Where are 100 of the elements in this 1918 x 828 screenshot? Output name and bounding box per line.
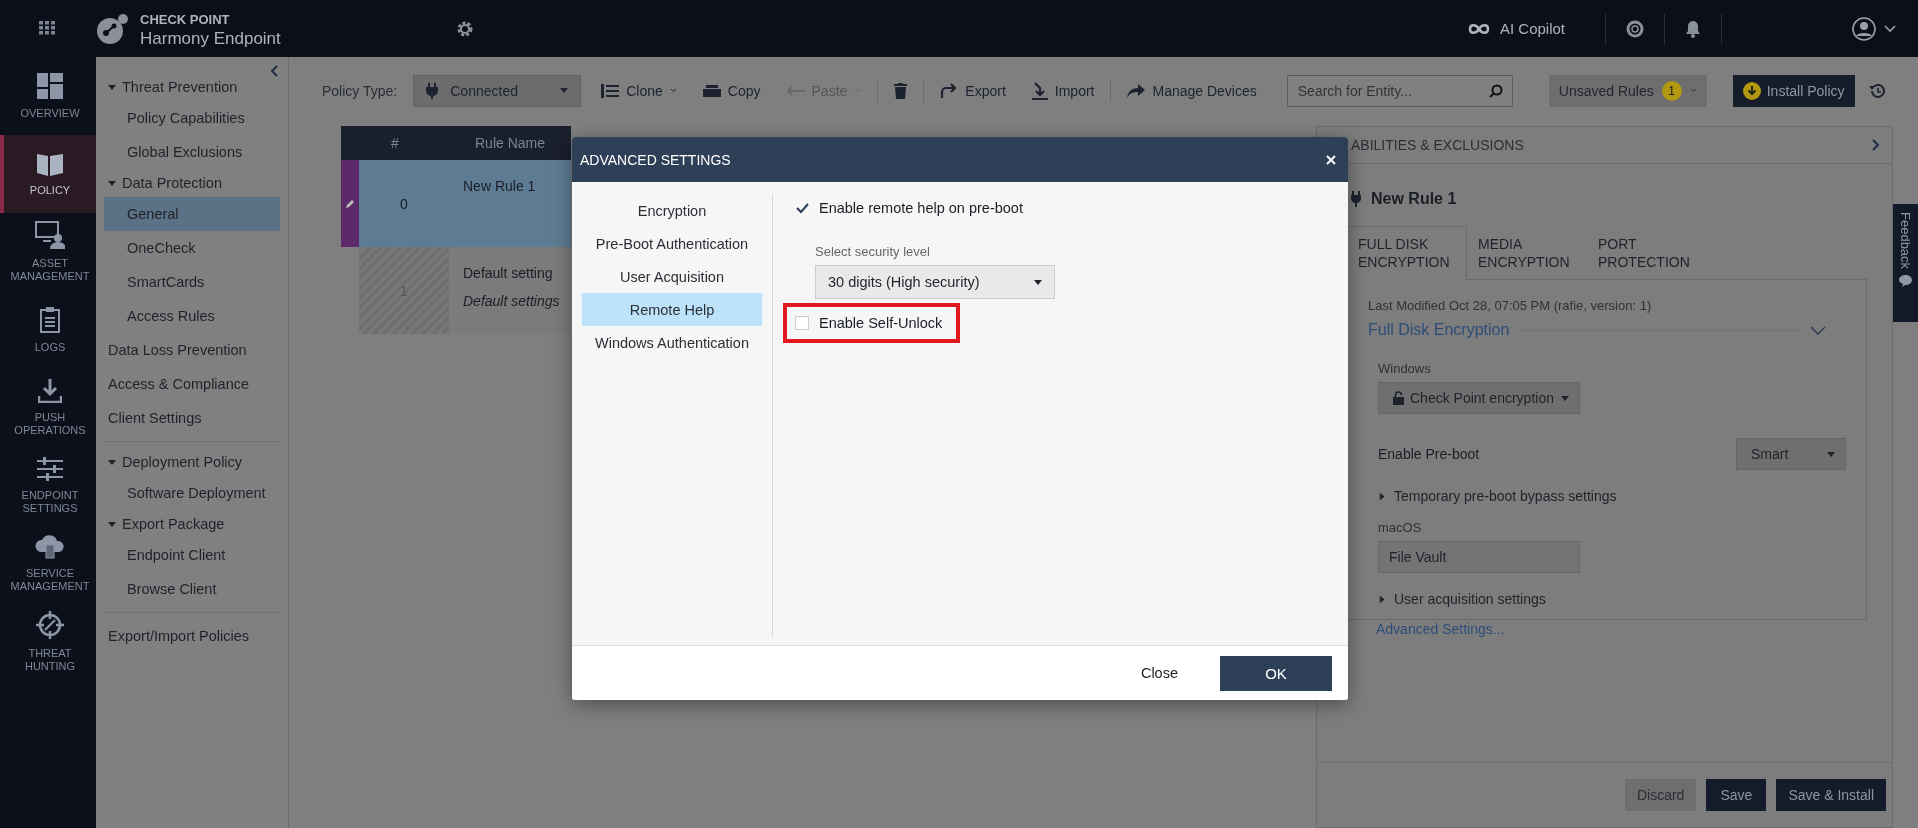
expander[interactable]: Temporary pre-boot bypass settings (1378, 488, 1617, 504)
nav-item[interactable]: Software Deployment (104, 476, 280, 510)
user-avatar-icon[interactable] (1852, 16, 1876, 41)
install-policy-button[interactable]: Install Policy (1732, 74, 1855, 107)
chevron-down-icon[interactable] (1884, 24, 1896, 33)
tab[interactable]: MEDIA ENCRYPTION (1467, 226, 1587, 280)
rail-item[interactable]: ASSET MANAGEMENT (0, 213, 96, 291)
settings-nav-item[interactable]: Pre-Boot Authentication (582, 227, 762, 260)
plug-icon (426, 82, 439, 99)
count-badge: 1 (1661, 80, 1682, 101)
checkbox[interactable] (795, 316, 809, 330)
nav-item[interactable]: Endpoint Client (104, 538, 280, 572)
encryption-dropdown[interactable]: Check Point encryption (1378, 382, 1580, 414)
chevron-down-icon (1689, 88, 1697, 93)
nav-item[interactable]: Client Settings (104, 401, 280, 435)
panel-button[interactable]: Discard (1624, 779, 1697, 811)
close-button[interactable]: Close (1110, 657, 1208, 689)
rail-item[interactable]: SERVICE MANAGEMENT (0, 525, 96, 603)
nav-item[interactable]: SmartCards (104, 265, 280, 299)
ok-button[interactable]: OK (1220, 655, 1332, 691)
nav-item[interactable]: Export/Import Policies (104, 619, 280, 653)
unsaved-rules-button[interactable]: Unsaved Rules 1 (1548, 74, 1707, 107)
rule-title: New Rule 1 (1371, 190, 1457, 208)
nav-item[interactable]: Data Loss Prevention (104, 333, 280, 367)
settings-nav-item[interactable]: Encryption (582, 194, 762, 227)
toolbar-button[interactable]: Copy (692, 74, 771, 107)
expander[interactable]: User acquisition settings (1378, 591, 1546, 607)
rule-comment: Default settings (463, 292, 561, 311)
column-header: Rule Name (449, 126, 571, 160)
rail-item[interactable]: PUSH OPERATIONS (0, 369, 96, 447)
nav-group[interactable]: Export Package (104, 510, 280, 538)
monitor-user-icon (35, 221, 65, 249)
lifebuoy-icon[interactable] (1626, 19, 1644, 38)
close-button[interactable] (1324, 152, 1338, 167)
search-field[interactable]: Search for Entity... (1286, 74, 1513, 107)
settings-icon[interactable] (455, 19, 474, 38)
chevron-down-icon (669, 88, 677, 93)
checkbox[interactable] (795, 201, 809, 215)
tab[interactable]: FULL DISK ENCRYPTION (1347, 226, 1467, 280)
history-icon[interactable] (1868, 82, 1885, 99)
rail-item[interactable]: THREAT HUNTING (0, 603, 96, 681)
section-title: Full Disk Encryption (1368, 321, 1510, 339)
caret-icon (1379, 492, 1385, 500)
nav-group[interactable]: Deployment Policy (104, 448, 280, 476)
crosshair-icon (36, 611, 64, 639)
nav-group[interactable]: Threat Prevention (104, 73, 280, 101)
security-level-dropdown[interactable]: 30 digits (High security) (815, 265, 1055, 299)
check-icon (795, 202, 809, 214)
ai-copilot-button[interactable]: AI Copilot (1467, 0, 1605, 57)
nav-item[interactable]: General (104, 197, 280, 231)
lock-icon (1393, 391, 1404, 405)
nav-item[interactable]: Browse Client (104, 572, 280, 606)
rule-name: New Rule 1 (463, 178, 536, 194)
book-icon (37, 151, 63, 176)
rule-name: Default setting (463, 265, 553, 281)
rail-item[interactable]: POLICY (0, 135, 96, 213)
collapse-icon[interactable] (270, 65, 278, 77)
caret-icon (1561, 395, 1569, 401)
bell-icon[interactable] (1685, 19, 1701, 38)
nav-item[interactable]: OneCheck (104, 231, 280, 265)
chevron-right-icon[interactable] (1872, 139, 1880, 151)
caret-icon (1034, 279, 1042, 285)
panel-button[interactable]: Save (1706, 779, 1767, 811)
list-icon (601, 83, 620, 98)
advanced-settings-link[interactable]: Advanced Settings... (1376, 621, 1505, 637)
policy-type-label: Policy Type: (322, 82, 398, 99)
pre-boot-dropdown[interactable]: Smart (1736, 438, 1846, 470)
infinity-icon (1467, 22, 1490, 35)
settings-nav-item[interactable]: User Acquisition (582, 260, 762, 293)
caret-icon (108, 84, 116, 90)
field-label: Select security level (815, 244, 931, 259)
apps-grid-icon[interactable] (39, 20, 57, 37)
caret-icon (108, 459, 116, 465)
toolbar-button[interactable]: Clone (591, 74, 687, 107)
rail-item[interactable]: LOGS (0, 291, 96, 369)
field-label: Windows (1378, 361, 1432, 376)
toolbar-button[interactable]: Export (930, 74, 1016, 107)
nav-item[interactable]: Global Exclusions (104, 135, 280, 169)
caret-icon (108, 180, 116, 186)
trash-icon (894, 82, 908, 99)
settings-nav-item[interactable]: Windows Authentication (582, 326, 762, 359)
nav-item[interactable]: Policy Capabilities (104, 101, 280, 135)
chevron-icon[interactable] (1810, 325, 1826, 335)
nav-item[interactable]: Access Rules (104, 299, 280, 333)
feedback-tab[interactable]: Feedback (1893, 204, 1918, 322)
policy-type-dropdown[interactable]: Connected (413, 74, 582, 107)
toolbar-button[interactable]: Manage Devices (1117, 74, 1267, 107)
checkbox-label: Enable Self-Unlock (819, 315, 943, 331)
toolbar-button[interactable]: Import (1021, 74, 1105, 107)
cloud-server-icon (35, 535, 65, 559)
rail-item[interactable]: ENDPOINT SETTINGS (0, 447, 96, 525)
panel-button[interactable]: Save & Install (1776, 779, 1886, 811)
nav-item[interactable]: Access & Compliance (104, 367, 280, 401)
tab[interactable]: PORT PROTECTION (1587, 226, 1707, 280)
rail-item[interactable]: OVERVIEW (0, 57, 96, 135)
close-icon (1326, 154, 1336, 165)
settings-nav-item[interactable]: Remote Help (582, 293, 762, 326)
pencil-icon[interactable] (345, 199, 355, 209)
caret-icon (108, 521, 116, 527)
nav-group[interactable]: Data Protection (104, 169, 280, 197)
